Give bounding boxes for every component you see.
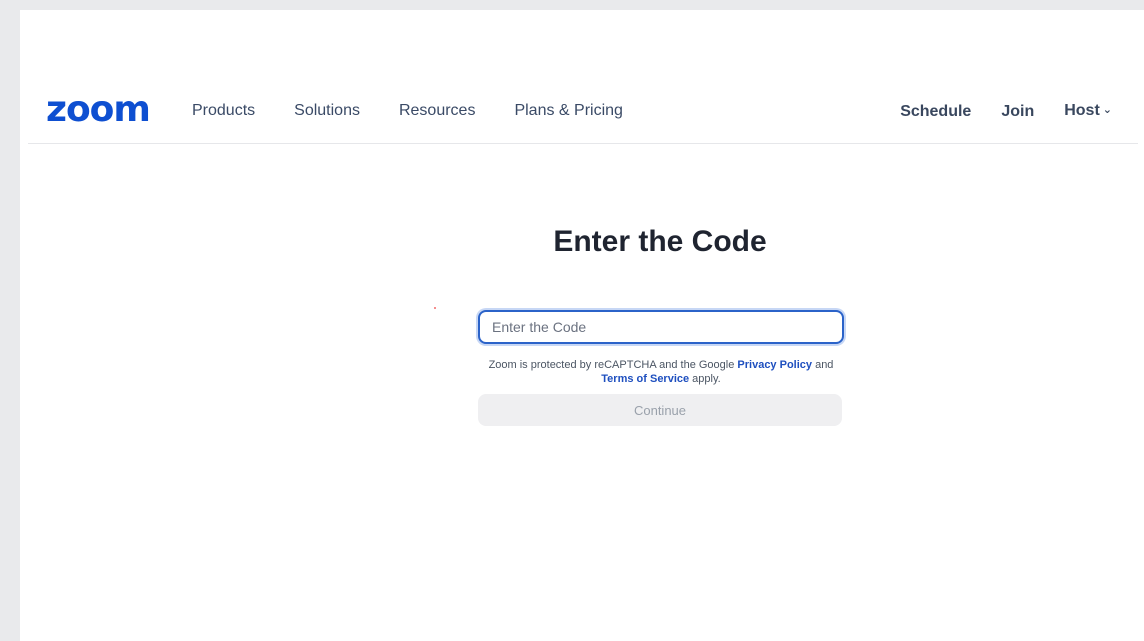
chevron-down-icon: ⌄ xyxy=(1102,104,1112,116)
nav-host-dropdown[interactable]: Host ⌄ xyxy=(1064,101,1112,122)
primary-nav: Products Solutions Resources Plans & Pri… xyxy=(192,101,623,121)
nav-plans-pricing-link[interactable]: Plans & Pricing xyxy=(514,101,623,121)
privacy-policy-link[interactable]: Privacy Policy xyxy=(737,359,812,371)
terms-of-service-link[interactable]: Terms of Service xyxy=(601,373,689,385)
nav-host-label: Host xyxy=(1064,102,1100,119)
recaptcha-notice: Zoom is protected by reCAPTCHA and the G… xyxy=(478,358,844,386)
recaptcha-text-after: apply. xyxy=(689,373,721,385)
page-title: Enter the Code xyxy=(553,225,767,258)
secondary-nav: Schedule Join Host ⌄ xyxy=(900,101,1112,122)
page-container: zoom Products Solutions Resources Plans … xyxy=(20,10,1144,641)
continue-button[interactable]: Continue xyxy=(478,394,842,426)
nav-resources-link[interactable]: Resources xyxy=(399,101,475,121)
nav-solutions-link[interactable]: Solutions xyxy=(294,101,360,121)
zoom-logo[interactable]: zoom xyxy=(46,92,151,128)
nav-products-link[interactable]: Products xyxy=(192,101,255,121)
top-navbar: zoom Products Solutions Resources Plans … xyxy=(28,88,1138,144)
stray-dot xyxy=(434,307,436,309)
nav-schedule-link[interactable]: Schedule xyxy=(900,102,971,122)
recaptcha-and-text: and xyxy=(812,359,834,371)
meeting-code-input[interactable] xyxy=(478,310,844,344)
recaptcha-text-before: Zoom is protected by reCAPTCHA and the G… xyxy=(488,359,738,371)
nav-join-link[interactable]: Join xyxy=(1001,102,1034,122)
